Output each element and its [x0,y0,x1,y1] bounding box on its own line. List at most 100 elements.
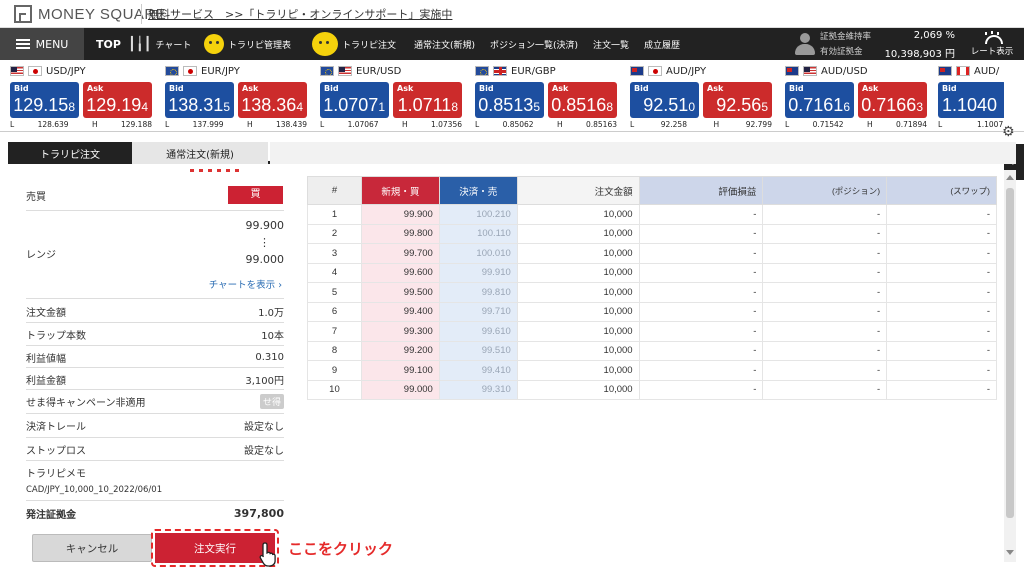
low-value: 0.71542 [812,120,844,129]
cell-amount: 10,000 [516,223,640,244]
promo-link[interactable]: 無料サービス >>「トラリピ・オンラインサポート」実施中 [148,6,452,22]
nav-order-list[interactable]: 注文一覧 [593,28,629,60]
ask-button[interactable]: Ask 0.85168 [548,82,617,118]
scroll-down-icon[interactable] [1006,550,1014,555]
profit-amount-row: 利益金額 3,100円 [26,372,284,387]
bid-button[interactable]: Bid 92.510 [630,82,699,118]
pair-name: AUD/USD [821,65,868,77]
bid-small: 8 [68,100,75,114]
nav-traripi-order[interactable]: トラリピ注文 [312,28,396,60]
bid-button[interactable]: Bid 0.71616 [785,82,854,118]
low-label: L [10,120,15,129]
nav-traripi-manage[interactable]: トラリピ管理表 [204,28,291,60]
tab-normal-order[interactable]: 通常注文(新規) [132,142,268,164]
rate-display-button[interactable]: レート表示 [962,30,1022,60]
brand-logo[interactable]: MONEY SQUARE [14,4,166,24]
range-label: レンジ [26,249,56,261]
au-flag-icon [938,66,952,76]
bid-button[interactable]: Bid 1.07071 [320,82,389,118]
scrollbar[interactable] [1004,170,1016,562]
ask-button[interactable]: Ask 0.71663 [858,82,927,118]
bid-price: 1.1040 [942,95,997,116]
trail-value[interactable]: 設定なし [244,418,284,433]
pair-name-row: AUD/USD [775,64,927,78]
cell-amount: 10,000 [516,379,640,400]
low-label: L [475,120,480,129]
cell-amount: 10,000 [516,282,640,303]
quotes: Bid 0.85135 Ask 0.85168 [475,82,617,118]
pair-eurusd: EUR/USD Bid 1.07071 Ask 1.07118 L 1.07067 H 1… [310,64,462,130]
cell-swap: - [886,301,997,322]
profit-width-row: 利益値幅 0.310 [26,350,284,365]
ask-button[interactable]: Ask 1.07118 [393,82,462,118]
side-buy-badge[interactable]: 買 [228,186,283,204]
nav-history[interactable]: 成立履歴 [644,28,680,60]
low-value: 1.10071 [976,120,1004,129]
eye-icon [983,31,1003,44]
cell-pl: - [638,340,764,361]
profit-amount-label: 利益金額 [26,375,66,387]
bid-button[interactable]: Bid 138.315 [165,82,234,118]
bid-button[interactable]: Bid 1.1040 [938,82,1004,118]
ask-button[interactable]: Ask 138.364 [238,82,307,118]
bid-button[interactable]: Bid 0.85135 [475,82,544,118]
gear-icon[interactable]: ⚙ [1002,124,1015,140]
nav-chart[interactable]: ┃╽┃ チャート [128,28,191,60]
divider [26,389,284,390]
nav-traripi-order-label: トラリピ注文 [342,40,397,51]
divider [26,345,284,346]
ask-label: Ask [707,84,724,93]
eu-flag-icon [165,66,179,76]
cell-amount: 10,000 [516,262,640,283]
table-row: 8 99.200 99.510 10,000- - - [307,340,997,361]
cell-num: 5 [307,282,362,303]
low-label: L [785,120,790,129]
divider [26,437,284,438]
bid-label: Bid [169,84,184,93]
ask-button[interactable]: Ask 92.565 [703,82,772,118]
stoploss-value[interactable]: 設定なし [244,442,284,457]
menu-button[interactable]: MENU [0,28,84,60]
ask-small: 3 [916,100,923,114]
nav-top[interactable]: TOP [96,28,121,60]
margin-rate-label: 証拠金維持率 [820,32,872,42]
nav-normal-order[interactable]: 通常注文(新規) [414,28,475,60]
tab-traripi-order[interactable]: トラリピ注文 [8,142,132,164]
cell-sell: 100.010 [438,243,518,264]
table-header-row: # 新規・買 決済・売 注文金額 評価損益 (ポジション) (スワップ) [307,176,997,205]
quotes: Bid 138.315 Ask 138.364 [165,82,307,118]
scroll-thumb[interactable] [1006,188,1014,518]
memo-value[interactable]: CAD/JPY_10,000_10_2022/06/01 [26,485,162,495]
ask-price: 0.85168 [551,95,613,116]
cell-swap: - [886,321,997,342]
quotes: Bid 92.510 Ask 92.565 [630,82,772,118]
bid-small: 1 [378,100,385,114]
bid-main: 138.31 [168,95,224,115]
scroll-up-icon[interactable] [1006,175,1014,180]
cancel-button[interactable]: キャンセル [32,534,152,562]
side-label: 売買 [26,191,46,203]
low-high: L 1.10071 [938,120,1004,129]
quotes: Bid 1.07071 Ask 1.07118 [320,82,462,118]
ask-small: 4 [296,100,303,114]
eu-flag-icon [320,66,334,76]
pair-audjpy: AUD/JPY Bid 92.510 Ask 92.565 L 92.258 H 92.7… [620,64,772,130]
cell-buy: 99.600 [360,262,440,283]
table-row: 10 99.000 99.310 10,000- - - [307,379,997,400]
ask-main: 92.56 [716,95,762,115]
amount-value: 1.0万 [258,307,284,319]
cell-buy: 99.300 [360,321,440,342]
bid-button[interactable]: Bid 129.158 [10,82,79,118]
execute-order-button[interactable]: 注文実行 [155,533,275,563]
ask-main: 1.0711 [397,95,452,115]
ask-label: Ask [242,84,259,93]
ask-price: 129.194 [86,95,148,116]
nav-position-list[interactable]: ポジション一覧(決済) [490,28,578,60]
bid-label: Bid [479,84,494,93]
high-value: 0.71894 [895,120,927,129]
cell-sell: 99.610 [438,321,518,342]
pair-name-row: EUR/USD [310,64,462,78]
ask-button[interactable]: Ask 129.194 [83,82,152,118]
show-chart-link[interactable]: チャートを表示 › [209,277,282,291]
user-icon[interactable] [794,32,816,56]
